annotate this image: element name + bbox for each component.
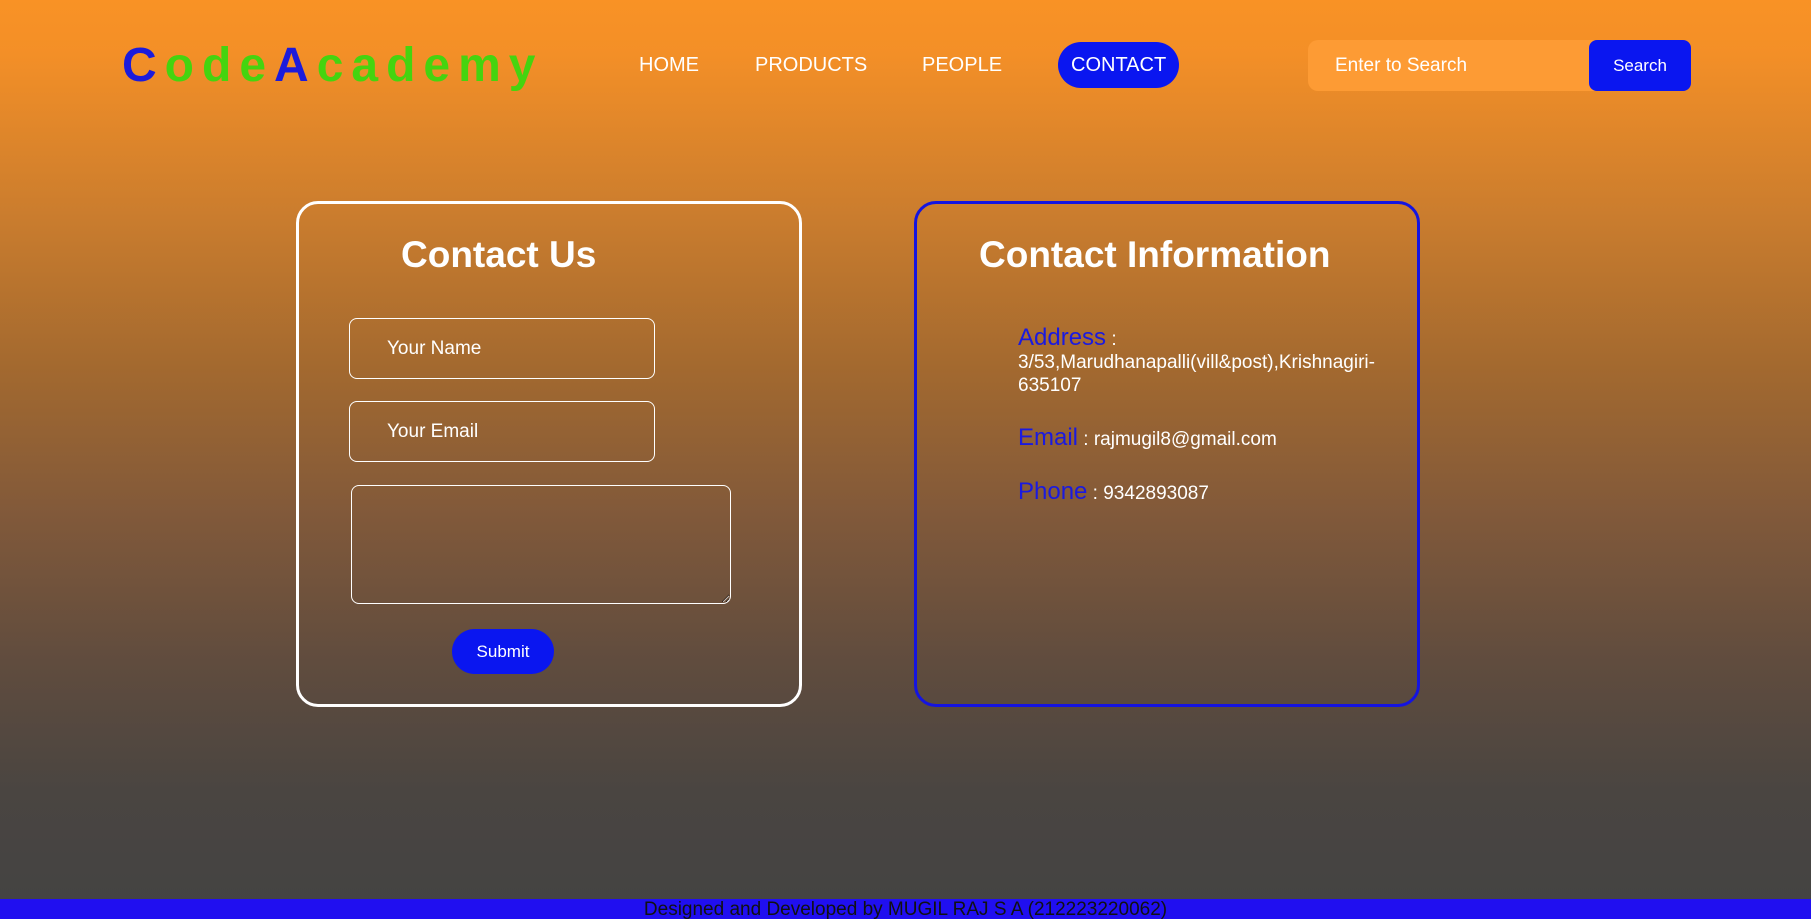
nav-home[interactable]: HOME <box>639 42 699 88</box>
nav-people[interactable]: PEOPLE <box>922 42 1002 88</box>
search-button[interactable]: Search <box>1589 40 1691 91</box>
site-logo[interactable]: CodeAcademy <box>122 38 543 94</box>
email-value: : rajmugil8@gmail.com <box>1078 429 1277 450</box>
phone-label: Phone <box>1018 478 1088 505</box>
phone-row: Phone : 9342893087 <box>1018 480 1408 505</box>
contact-info-card: Contact Information Address : 3/53,Marud… <box>914 201 1420 707</box>
email-row: Email : rajmugil8@gmail.com <box>1018 426 1408 451</box>
submit-button[interactable]: Submit <box>452 629 554 674</box>
logo-letter-a: A <box>274 39 317 92</box>
logo-text-ode: ode <box>164 39 275 92</box>
contact-form-card: Contact Us Submit <box>296 201 802 707</box>
nav-products[interactable]: PRODUCTS <box>755 42 867 88</box>
contact-form-title: Contact Us <box>401 234 597 275</box>
logo-text-cademy: cademy <box>316 39 544 92</box>
footer-text: Designed and Developed by MUGIL RAJ S A … <box>643 899 1168 919</box>
footer: Designed and Developed by MUGIL RAJ S A … <box>0 899 1811 919</box>
nav-contact[interactable]: CONTACT <box>1058 42 1180 88</box>
address-row: Address : 3/53,Marudhanapalli(vill&post)… <box>1018 326 1408 397</box>
search-input[interactable] <box>1308 40 1618 91</box>
email-label: Email <box>1018 424 1079 451</box>
address-label: Address <box>1018 324 1107 351</box>
contact-info-title: Contact Information <box>979 234 1331 275</box>
name-field[interactable] <box>349 318 655 379</box>
message-field[interactable] <box>351 485 731 604</box>
email-field[interactable] <box>349 401 655 462</box>
phone-value: : 9342893087 <box>1087 483 1209 504</box>
logo-letter-c: C <box>122 39 165 92</box>
